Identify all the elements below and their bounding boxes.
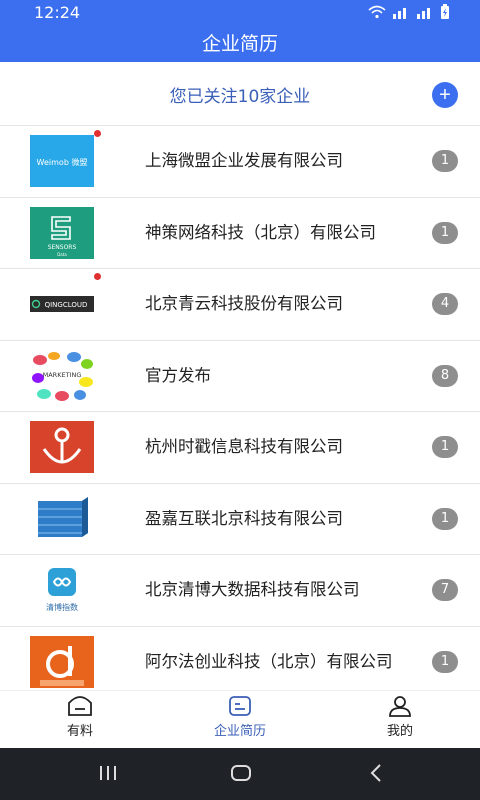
logo-text: Weimob 微盟 <box>37 157 88 167</box>
company-name: 杭州时戳信息科技有限公司 <box>145 437 343 457</box>
status-bar: 12:24 <box>0 0 480 26</box>
company-logo: 清博指数 <box>30 564 94 617</box>
follow-header: 您已关注10家企业 + <box>0 62 480 126</box>
list-item[interactable]: SENSORS Data 神策网络科技（北京）有限公司 1 <box>0 198 480 269</box>
signal-icon-2 <box>417 8 430 19</box>
company-logo <box>30 492 94 545</box>
company-name: 盈嘉互联北京科技有限公司 <box>145 508 343 528</box>
company-name: 北京清博大数据科技有限公司 <box>145 580 360 600</box>
unread-dot <box>94 130 101 137</box>
tab-label: 我的 <box>386 724 413 739</box>
home-button-icon[interactable] <box>229 762 253 784</box>
signal-icon <box>393 8 406 19</box>
battery-icon <box>441 4 449 19</box>
logo-text: MARKETING <box>43 371 82 379</box>
company-name: 北京青云科技股份有限公司 <box>145 294 343 314</box>
add-company-button[interactable]: + <box>432 82 458 108</box>
bottom-tab-bar: 有料 企业简历 我的 <box>0 690 480 748</box>
user-icon <box>389 696 411 717</box>
unread-dot <box>94 273 101 280</box>
logo-text: SENSORS <box>48 244 77 251</box>
count-badge: 4 <box>432 293 458 316</box>
logo-text: 清博指数 <box>46 602 78 612</box>
list-item[interactable]: 盈嘉互联北京科技有限公司 1 <box>0 484 480 555</box>
recent-apps-icon[interactable] <box>97 762 119 784</box>
company-logo: SENSORS Data <box>30 206 94 259</box>
logo-text: QINGCLOUD <box>45 301 88 309</box>
wifi-icon <box>368 5 386 19</box>
tab-youliao[interactable]: 有料 <box>20 695 140 739</box>
status-icons <box>368 4 450 20</box>
company-logo: Weimob 微盟 <box>30 135 94 188</box>
tab-label: 有料 <box>66 724 93 739</box>
count-badge: 1 <box>432 507 458 530</box>
company-name: 神策网络科技（北京）有限公司 <box>145 222 376 242</box>
logo-subtext: Data <box>57 252 67 257</box>
company-logo <box>30 421 94 474</box>
count-badge: 1 <box>432 650 458 673</box>
tab-company-profile[interactable]: 企业简历 <box>180 695 300 739</box>
count-badge: 8 <box>432 364 458 387</box>
company-name: 上海微盟企业发展有限公司 <box>145 151 343 171</box>
count-badge: 7 <box>432 579 458 602</box>
count-badge: 1 <box>432 150 458 173</box>
home-icon <box>68 696 92 716</box>
follow-count-text: 您已关注10家企业 <box>169 87 311 107</box>
count-badge: 1 <box>432 221 458 244</box>
status-time: 12:24 <box>34 3 81 22</box>
list-item[interactable]: Weimob 微盟 上海微盟企业发展有限公司 1 <box>0 126 480 198</box>
company-list: Weimob 微盟 上海微盟企业发展有限公司 1 SENSORS Data 神策… <box>0 126 480 690</box>
list-item[interactable]: 清博指数 北京清博大数据科技有限公司 7 <box>0 555 480 627</box>
tab-label: 企业简历 <box>213 724 266 739</box>
document-icon <box>229 696 251 716</box>
tab-mine[interactable]: 我的 <box>340 695 460 739</box>
company-name: 阿尔法创业科技（北京）有限公司 <box>145 651 393 671</box>
list-item[interactable]: 杭州时戳信息科技有限公司 1 <box>0 412 480 484</box>
system-nav-bar <box>0 748 480 800</box>
count-badge: 1 <box>432 436 458 459</box>
page-title: 企业简历 <box>0 26 480 62</box>
company-name: 官方发布 <box>145 365 211 385</box>
company-logo <box>30 635 94 688</box>
back-icon[interactable] <box>366 762 388 784</box>
list-item[interactable]: QINGCLOUD 北京青云科技股份有限公司 4 <box>0 269 480 341</box>
list-item[interactable]: 阿尔法创业科技（北京）有限公司 1 <box>0 627 480 691</box>
list-item[interactable]: MARKETING 官方发布 8 <box>0 341 480 412</box>
company-logo: QINGCLOUD <box>30 296 94 313</box>
company-logo: MARKETING <box>30 349 94 402</box>
